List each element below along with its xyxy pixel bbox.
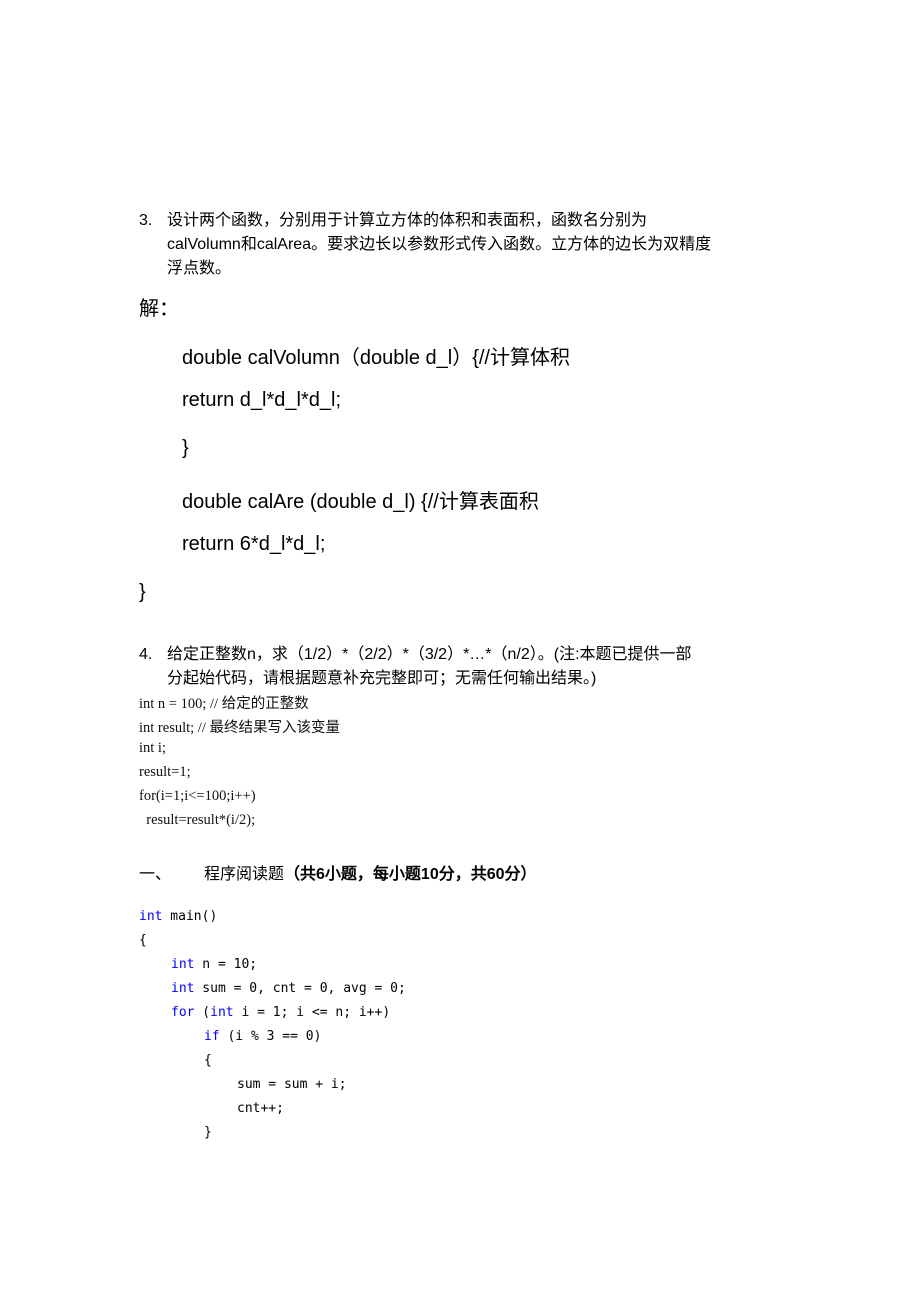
code-line: for(i=1;i<=100;i++) — [139, 788, 256, 804]
code-line: } — [182, 437, 189, 459]
code-line: int result; // 最终结果写入该变量 — [139, 720, 340, 736]
section-title-bold: （共6小题，每小题10分，共60分） — [284, 866, 537, 883]
code-line: return d_l*d_l*d_l; — [182, 389, 341, 411]
code-line: } — [139, 581, 146, 603]
question-text-line: calVolumn和calArea。要求边长以参数形式传入函数。立方体的边长为双… — [167, 236, 712, 253]
question-number: 4. — [139, 646, 153, 663]
code-line: { — [204, 1053, 212, 1068]
code-text: sum = 0, cnt = 0, avg = 0; — [194, 981, 406, 996]
code-line: return 6*d_l*d_l; — [182, 533, 326, 555]
code-line: int main() — [139, 909, 217, 924]
code-line: result=1; — [139, 764, 191, 780]
code-keyword: int — [210, 1005, 234, 1020]
code-text: i = 1; i <= n; i++) — [233, 1005, 391, 1020]
answer-label: 解： — [139, 296, 179, 320]
code-text: ( — [194, 1005, 211, 1020]
code-text: { — [139, 933, 147, 948]
question-number: 3. — [139, 212, 153, 229]
code-line: result=result*(i/2); — [139, 812, 256, 828]
section-title: 程序阅读题（共6小题，每小题10分，共60分） — [204, 860, 537, 884]
code-line: int i; — [139, 740, 166, 756]
code-line: double calAre (double d_l) {//计算表面积 — [182, 491, 539, 513]
code-line: for (int i = 1; i <= n; i++) — [171, 1005, 390, 1020]
section-number: 一、 — [139, 866, 172, 883]
code-keyword: int — [139, 909, 163, 924]
code-text: sum = sum + i; — [237, 1077, 347, 1092]
code-line: { — [139, 933, 147, 948]
code-line: sum = sum + i; — [237, 1077, 347, 1092]
question-text-line: 给定正整数n，求（1/2）*（2/2）*（3/2）*…*（n/2）。(注:本题已… — [167, 646, 692, 663]
code-keyword: for — [171, 1005, 195, 1020]
code-text: cnt++; — [237, 1101, 284, 1116]
code-line: int n = 10; — [171, 957, 257, 972]
code-keyword: int — [171, 957, 195, 972]
code-text: main() — [162, 909, 218, 924]
code-line: double calVolumn（double d_l）{//计算体积 — [182, 347, 570, 369]
code-keyword: if — [204, 1029, 220, 1044]
code-text: (i % 3 == 0) — [219, 1029, 322, 1044]
section-title-plain: 程序阅读题 — [204, 866, 285, 883]
code-line: int n = 100; // 给定的正整数 — [139, 696, 309, 712]
question-text-line: 浮点数。 — [167, 260, 232, 277]
question-text-line: 分起始代码，请根据题意补充完整即可；无需任何输出结果。) — [167, 670, 597, 687]
code-line: int sum = 0, cnt = 0, avg = 0; — [171, 981, 406, 996]
code-line: cnt++; — [237, 1101, 284, 1116]
code-keyword: int — [171, 981, 195, 996]
code-text: n = 10; — [194, 957, 258, 972]
code-text: { — [204, 1053, 212, 1068]
question-text-line: 设计两个函数，分别用于计算立方体的体积和表面积，函数名分别为 — [167, 212, 648, 229]
code-text: } — [204, 1125, 212, 1140]
code-line: if (i % 3 == 0) — [204, 1029, 321, 1044]
code-line: } — [204, 1125, 212, 1140]
